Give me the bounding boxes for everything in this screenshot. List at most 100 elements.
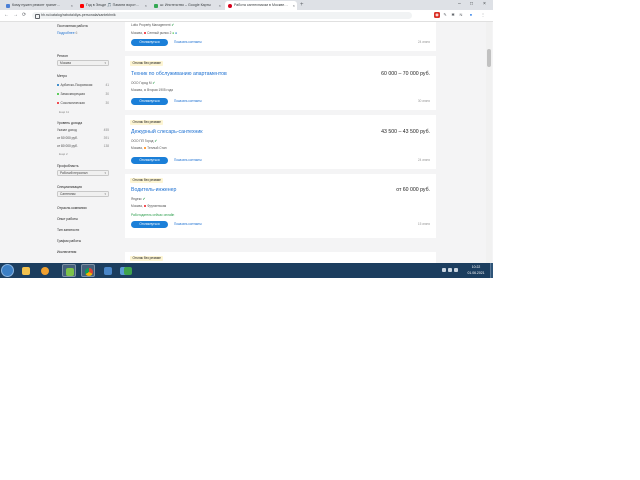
show-contacts-link[interactable]: Показать контакты: [174, 98, 202, 105]
metro-filter-item[interactable]: Замоскворецкая 30: [57, 92, 109, 96]
browser-tab-active[interactable]: Работа сантехником в Москве… ×: [225, 1, 297, 10]
scrollbar-thumb[interactable]: [487, 49, 491, 67]
taskbar-app[interactable]: [121, 264, 135, 277]
vacancy-card: Отклик без резюме Водитель-инженер от 60…: [125, 174, 436, 238]
network-icon[interactable]: [448, 268, 452, 272]
show-contacts-link[interactable]: Показать контакты: [174, 39, 202, 46]
metro-line-icon: [57, 102, 59, 105]
employment-type-label: Постоянная работа: [57, 24, 88, 28]
metro-more-link[interactable]: Ещё 11: [59, 110, 69, 114]
tab-label: Кому нужен ремонт гранит…: [12, 3, 61, 7]
specialization-select[interactable]: Сантехник ▾: [57, 191, 109, 197]
extension-icon[interactable]: N: [458, 12, 464, 18]
more-details-link[interactable]: Подробнее 6: [57, 31, 77, 35]
close-window-button[interactable]: ×: [483, 0, 486, 9]
vacancy-title-link[interactable]: Техник по обслуживанию апартаментов: [131, 71, 227, 77]
tray-expand-icon[interactable]: [442, 268, 446, 272]
metro-heading: Метро: [57, 74, 67, 78]
taskbar-media-player[interactable]: [38, 264, 52, 277]
vacancy-title-link[interactable]: Водитель-инженер: [131, 187, 176, 193]
taskbar-app[interactable]: [62, 264, 76, 277]
vacancy-title-link[interactable]: Дежурный слесарь-сантехник: [131, 129, 203, 135]
income-filter-item[interactable]: Указан доход 455: [57, 128, 109, 132]
tab-label: Работа сантехником в Москве…: [234, 3, 288, 7]
company-name[interactable]: ООО ПП Город ✔: [131, 139, 157, 143]
clock-date[interactable]: 01.06.2021: [464, 271, 488, 275]
close-tab-icon[interactable]: ×: [219, 1, 221, 10]
tab-label: ш: Ипотечство – Google Карты: [160, 3, 211, 7]
verified-icon: ✔: [142, 197, 146, 201]
browser-tab[interactable]: Кому нужен ремонт гранит… ×: [3, 1, 75, 10]
start-button[interactable]: [1, 264, 14, 277]
profile-icon[interactable]: ●: [468, 12, 474, 18]
profession-select[interactable]: Рабочий персонал ▾: [57, 170, 109, 176]
respond-button[interactable]: Откликнуться: [131, 39, 168, 46]
page-content: Постоянная работа Подробнее 6 Регион Мос…: [0, 22, 493, 263]
reload-button[interactable]: ⟳: [22, 11, 26, 20]
taskbar-app[interactable]: [101, 264, 115, 277]
screenshot-area: Кому нужен ремонт гранит… × Год в Эльде …: [0, 0, 493, 278]
filter-schedule[interactable]: График работы: [57, 239, 81, 243]
metro-filter-item[interactable]: Сокольническая 30: [57, 101, 109, 105]
vacancy-location: Москва, Фрунзенская: [131, 204, 167, 208]
income-filter-item[interactable]: от 50 000 руб. 391: [57, 136, 109, 140]
filter-industry[interactable]: Отрасль компании: [57, 206, 86, 210]
extension-icon[interactable]: ✎: [442, 12, 448, 18]
metro-line-icon: [57, 93, 59, 96]
filters-sidebar: Постоянная работа Подробнее 6 Регион Мос…: [55, 22, 115, 263]
filter-experience[interactable]: Опыт работы: [57, 217, 78, 221]
specialization-heading: Специализация: [57, 185, 82, 189]
filter-exclusions[interactable]: Исключения: [57, 250, 76, 254]
company-name[interactable]: Яндекс ✔: [131, 197, 145, 201]
show-contacts-link[interactable]: Показать контакты: [174, 157, 202, 164]
vacancy-card: Отклик без резюме Техник по обслуживанию…: [125, 56, 436, 110]
page-scrollbar[interactable]: [486, 22, 492, 263]
maximize-button[interactable]: □: [470, 0, 473, 9]
vacancy-salary: от 60 000 руб.: [396, 187, 430, 193]
minimize-button[interactable]: –: [458, 0, 461, 9]
metro-filter-item[interactable]: Арбатско-Покровская 41: [57, 83, 109, 87]
vacancy-card: Отклик без резюме: [125, 252, 436, 263]
vacancy-location: Москва, Вторая 1905 года: [131, 88, 173, 92]
company-name[interactable]: ООО Город М ✔: [131, 81, 155, 85]
lock-icon[interactable]: [35, 13, 40, 19]
show-contacts-link[interactable]: Показать контакты: [174, 221, 202, 228]
forward-button[interactable]: →: [13, 11, 18, 20]
close-tab-icon[interactable]: ×: [71, 1, 73, 10]
extension-icon[interactable]: ◉: [434, 12, 440, 18]
chevron-down-icon: ▾: [104, 171, 106, 175]
respond-button[interactable]: Откликнуться: [131, 157, 168, 164]
income-filter-item[interactable]: от 80 000 руб. 138: [57, 144, 109, 148]
browser-tab[interactable]: ш: Ипотечство – Google Карты ×: [151, 1, 223, 10]
menu-icon[interactable]: ⋮: [480, 12, 486, 18]
browser-tab[interactable]: Год в Эльде 🎵 Памяти ворот… ×: [77, 1, 149, 10]
employer-online-note: Работодатель сейчас онлайн: [131, 213, 175, 217]
browser-tab-bar: Кому нужен ремонт гранит… × Год в Эльде …: [0, 0, 493, 10]
windows-taskbar: 10:22 01.06.2021: [0, 263, 493, 278]
tab-favicon-icon: [6, 3, 10, 8]
chevron-down-icon: ▾: [104, 192, 106, 196]
company-name[interactable]: Lotto Property Management ✔: [131, 23, 174, 27]
taskbar-chrome[interactable]: [81, 264, 95, 277]
browser-toolbar: ← → ⟳ hh.ru/catalog/rabota/dlya-personal…: [0, 10, 493, 22]
clock-time[interactable]: 10:22: [464, 265, 488, 269]
filter-employment[interactable]: Тип занятости: [57, 228, 79, 232]
back-button[interactable]: ←: [4, 11, 9, 20]
respond-button[interactable]: Откликнуться: [131, 221, 168, 228]
vacancy-card: Отклик без резюме Дежурный слесарь-санте…: [125, 115, 436, 169]
respond-button[interactable]: Откликнуться: [131, 98, 168, 105]
folder-icon: [22, 266, 30, 275]
chrome-icon: [85, 267, 93, 276]
show-desktop-button[interactable]: [490, 263, 493, 278]
new-tab-button[interactable]: +: [300, 1, 304, 9]
metro-line-icon: [143, 32, 146, 35]
puzzle-icon[interactable]: ✱: [450, 12, 456, 18]
region-select[interactable]: Москва ▾: [57, 60, 109, 66]
close-tab-icon[interactable]: ×: [293, 1, 295, 10]
volume-icon[interactable]: [454, 268, 458, 272]
close-tab-icon[interactable]: ×: [145, 1, 147, 10]
taskbar-explorer[interactable]: [19, 264, 33, 277]
address-bar[interactable]: hh.ru/catalog/rabota/dlya-personala/sant…: [32, 11, 412, 19]
income-more-link[interactable]: Ещё 2: [59, 152, 68, 156]
play-icon: [41, 266, 49, 275]
